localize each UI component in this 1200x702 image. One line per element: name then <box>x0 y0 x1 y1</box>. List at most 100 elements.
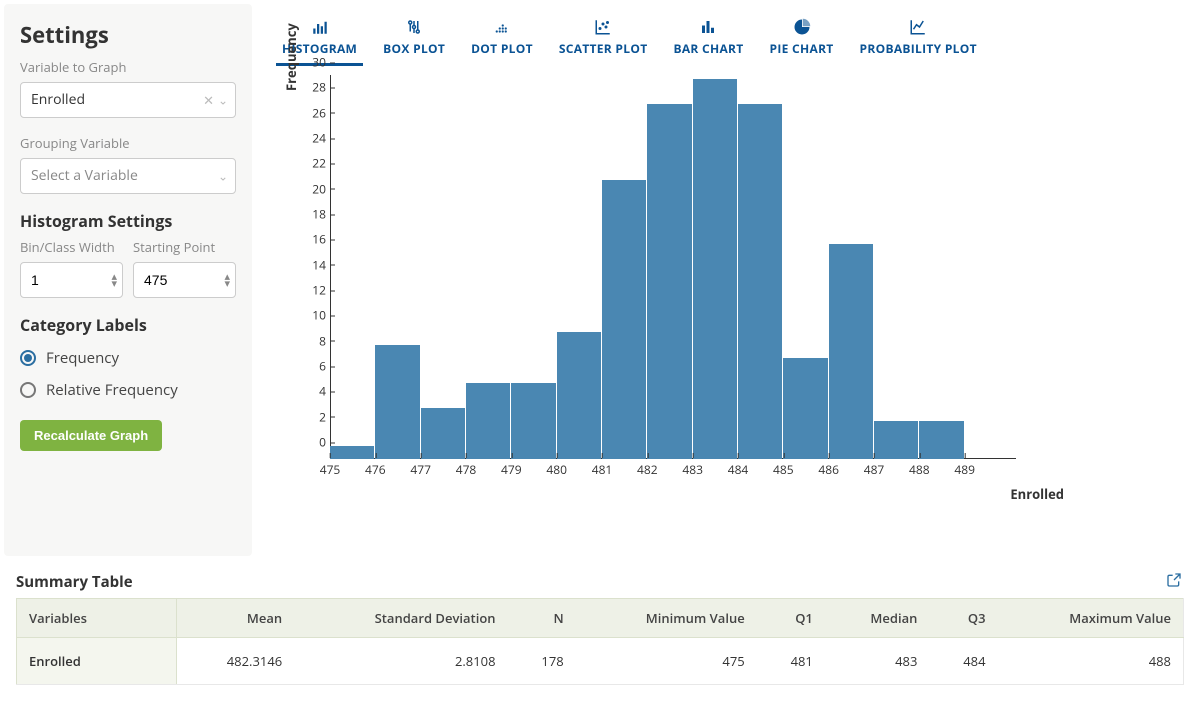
var-to-graph-label: Variable to Graph <box>20 58 236 76</box>
y-tick: 4 <box>296 383 326 400</box>
x-tick: 478 <box>456 461 477 478</box>
histogram-bar <box>375 345 419 459</box>
table-row: Enrolled482.31462.8108178475481483484488 <box>17 638 1184 685</box>
settings-panel: Settings Variable to Graph Enrolled ✕ ⌄ … <box>4 4 252 556</box>
settings-title: Settings <box>20 20 236 50</box>
x-axis-label: Enrolled <box>1010 485 1064 503</box>
row-value: 483 <box>825 638 930 685</box>
row-value: 2.8108 <box>294 638 507 685</box>
chart-type-tabs: HISTOGRAMBOX PLOTDOT PLOTSCATTER PLOTBAR… <box>276 14 1184 67</box>
x-tick: 481 <box>592 461 613 478</box>
grouping-select[interactable]: Select a Variable ⌄ <box>20 158 236 194</box>
col-header: Q3 <box>929 599 997 638</box>
row-value: 481 <box>757 638 825 685</box>
probability-icon <box>909 18 927 36</box>
row-value: 488 <box>998 638 1184 685</box>
var-to-graph-select[interactable]: Enrolled ✕ ⌄ <box>20 82 236 118</box>
chart-panel: HISTOGRAMBOX PLOTDOT PLOTSCATTER PLOTBAR… <box>260 0 1200 560</box>
category-labels-title: Category Labels <box>20 314 236 336</box>
col-header: Minimum Value <box>576 599 757 638</box>
starting-point-input[interactable] <box>133 262 236 298</box>
radio-icon <box>20 382 36 398</box>
tab-label: PIE CHART <box>770 40 834 57</box>
histogram-bar <box>511 383 555 459</box>
hist-settings-title: Histogram Settings <box>20 210 236 232</box>
starting-point-label: Starting Point <box>133 238 236 256</box>
dotplot-icon <box>493 18 511 36</box>
boxplot-icon <box>405 18 423 36</box>
row-value: 178 <box>508 638 576 685</box>
tab-label: SCATTER PLOT <box>559 40 648 57</box>
row-name: Enrolled <box>17 638 177 685</box>
histogram-chart: Frequency 024681012141618202224262830 47… <box>276 79 1184 509</box>
y-tick: 14 <box>296 256 326 273</box>
row-value: 475 <box>576 638 757 685</box>
histogram-bar <box>466 383 510 459</box>
tab-label: DOT PLOT <box>471 40 533 57</box>
y-tick: 16 <box>296 231 326 248</box>
y-tick: 22 <box>296 155 326 172</box>
y-tick: 24 <box>296 130 326 147</box>
y-tick: 18 <box>296 206 326 223</box>
summary-title: Summary Table <box>16 572 1184 592</box>
histogram-bar <box>557 332 601 459</box>
row-value: 482.3146 <box>177 638 295 685</box>
x-tick: 480 <box>546 461 567 478</box>
x-tick: 477 <box>410 461 431 478</box>
grouping-placeholder: Select a Variable <box>20 158 236 194</box>
piechart-icon <box>793 18 811 36</box>
y-tick: 10 <box>296 307 326 324</box>
tab-boxplot[interactable]: BOX PLOT <box>377 14 451 66</box>
tab-piechart[interactable]: PIE CHART <box>764 14 840 66</box>
col-header: Median <box>825 599 930 638</box>
tab-scatter[interactable]: SCATTER PLOT <box>553 14 654 66</box>
histogram-bar <box>421 408 465 459</box>
var-to-graph-value: Enrolled <box>20 82 236 118</box>
histogram-bar <box>602 180 646 459</box>
y-tick: 0 <box>296 434 326 451</box>
y-tick: 30 <box>296 54 326 71</box>
plot-area: 024681012141618202224262830 475476477478… <box>330 79 1010 459</box>
popout-icon[interactable] <box>1166 572 1182 593</box>
radio-frequency[interactable]: Frequency <box>20 342 236 374</box>
tab-barchart[interactable]: BAR CHART <box>667 14 749 66</box>
grouping-label: Grouping Variable <box>20 134 236 152</box>
summary-table-panel: Summary Table VariablesMeanStandard Devi… <box>0 560 1200 702</box>
x-tick: 486 <box>818 461 839 478</box>
histogram-icon <box>311 18 329 36</box>
y-tick: 28 <box>296 79 326 96</box>
col-header: N <box>508 599 576 638</box>
y-tick: 20 <box>296 180 326 197</box>
x-tick: 475 <box>320 461 341 478</box>
histogram-bar <box>738 104 782 459</box>
x-tick: 487 <box>864 461 885 478</box>
summary-table: VariablesMeanStandard DeviationNMinimum … <box>16 598 1184 685</box>
tab-label: BAR CHART <box>673 40 743 57</box>
radio-icon <box>20 350 36 366</box>
y-tick: 2 <box>296 408 326 425</box>
radio-relative-label: Relative Frequency <box>46 380 178 400</box>
histogram-bar <box>330 446 374 459</box>
x-tick: 479 <box>501 461 522 478</box>
bin-width-input[interactable] <box>20 262 123 298</box>
radio-relative-frequency[interactable]: Relative Frequency <box>20 374 236 406</box>
tab-dotplot[interactable]: DOT PLOT <box>465 14 539 66</box>
histogram-bar <box>693 79 737 459</box>
y-tick: 6 <box>296 358 326 375</box>
scatter-icon <box>594 18 612 36</box>
recalculate-button[interactable]: Recalculate Graph <box>20 420 162 451</box>
histogram-bar <box>829 244 873 459</box>
x-tick: 483 <box>682 461 703 478</box>
radio-frequency-label: Frequency <box>46 348 119 368</box>
y-tick: 8 <box>296 332 326 349</box>
histogram-bar <box>919 421 963 459</box>
col-header: Mean <box>177 599 295 638</box>
histogram-bar <box>783 358 827 459</box>
y-tick: 12 <box>296 282 326 299</box>
x-tick: 485 <box>773 461 794 478</box>
tab-label: PROBABILITY PLOT <box>860 40 977 57</box>
x-tick: 482 <box>637 461 658 478</box>
col-header: Variables <box>17 599 177 638</box>
x-tick: 476 <box>365 461 386 478</box>
tab-probability[interactable]: PROBABILITY PLOT <box>854 14 983 66</box>
